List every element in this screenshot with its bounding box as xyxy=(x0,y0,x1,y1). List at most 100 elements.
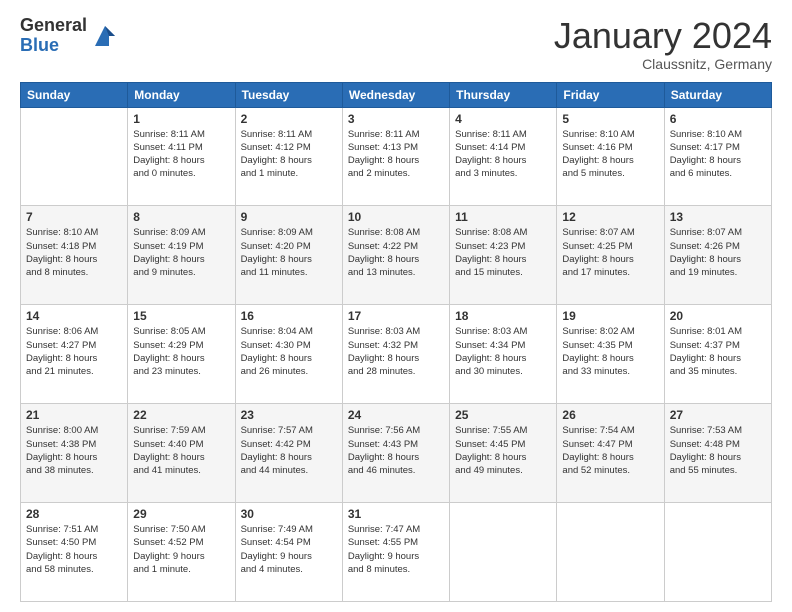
day-info: Sunrise: 7:50 AM Sunset: 4:52 PM Dayligh… xyxy=(133,523,229,576)
day-info: Sunrise: 7:49 AM Sunset: 4:54 PM Dayligh… xyxy=(241,523,337,576)
day-number: 12 xyxy=(562,210,658,224)
day-info: Sunrise: 8:11 AM Sunset: 4:11 PM Dayligh… xyxy=(133,128,229,181)
col-header-sunday: Sunday xyxy=(21,82,128,107)
day-number: 22 xyxy=(133,408,229,422)
day-cell: 9 Sunrise: 8:09 AM Sunset: 4:20 PM Daylig… xyxy=(235,206,342,305)
day-info: Sunrise: 7:54 AM Sunset: 4:47 PM Dayligh… xyxy=(562,424,658,477)
title-block: January 2024 Claussnitz, Germany xyxy=(554,16,772,72)
day-cell: 21 Sunrise: 8:00 AM Sunset: 4:38 PM Dayli… xyxy=(21,404,128,503)
logo: General Blue xyxy=(20,16,119,56)
day-number: 29 xyxy=(133,507,229,521)
day-number: 21 xyxy=(26,408,122,422)
day-cell: 28 Sunrise: 7:51 AM Sunset: 4:50 PM Dayli… xyxy=(21,503,128,602)
day-cell: 18Sunrise: 8:03 AM Sunset: 4:34 PM Dayli… xyxy=(450,305,557,404)
col-header-friday: Friday xyxy=(557,82,664,107)
week-row-2: 14Sunrise: 8:06 AM Sunset: 4:27 PM Dayli… xyxy=(21,305,772,404)
day-info: Sunrise: 8:04 AM Sunset: 4:30 PM Dayligh… xyxy=(241,325,337,378)
day-cell xyxy=(664,503,771,602)
day-cell: 2 Sunrise: 8:11 AM Sunset: 4:12 PM Daylig… xyxy=(235,107,342,206)
day-info: Sunrise: 8:10 AM Sunset: 4:16 PM Dayligh… xyxy=(562,128,658,181)
day-info: Sunrise: 7:59 AM Sunset: 4:40 PM Dayligh… xyxy=(133,424,229,477)
day-number: 11 xyxy=(455,210,551,224)
day-number: 4 xyxy=(455,112,551,126)
day-info: Sunrise: 7:53 AM Sunset: 4:48 PM Dayligh… xyxy=(670,424,766,477)
day-cell: 27Sunrise: 7:53 AM Sunset: 4:48 PM Dayli… xyxy=(664,404,771,503)
day-info: Sunrise: 8:08 AM Sunset: 4:23 PM Dayligh… xyxy=(455,226,551,279)
day-number: 5 xyxy=(562,112,658,126)
day-info: Sunrise: 8:05 AM Sunset: 4:29 PM Dayligh… xyxy=(133,325,229,378)
week-row-1: 7 Sunrise: 8:10 AM Sunset: 4:18 PM Daylig… xyxy=(21,206,772,305)
logo-general: General xyxy=(20,16,87,36)
col-header-tuesday: Tuesday xyxy=(235,82,342,107)
day-cell: 22 Sunrise: 7:59 AM Sunset: 4:40 PM Dayli… xyxy=(128,404,235,503)
day-info: Sunrise: 8:01 AM Sunset: 4:37 PM Dayligh… xyxy=(670,325,766,378)
logo-icon xyxy=(91,22,119,50)
day-info: Sunrise: 7:51 AM Sunset: 4:50 PM Dayligh… xyxy=(26,523,122,576)
day-number: 6 xyxy=(670,112,766,126)
day-cell: 30Sunrise: 7:49 AM Sunset: 4:54 PM Dayli… xyxy=(235,503,342,602)
day-info: Sunrise: 8:11 AM Sunset: 4:13 PM Dayligh… xyxy=(348,128,444,181)
day-number: 13 xyxy=(670,210,766,224)
day-cell: 16 Sunrise: 8:04 AM Sunset: 4:30 PM Dayli… xyxy=(235,305,342,404)
day-info: Sunrise: 8:11 AM Sunset: 4:12 PM Dayligh… xyxy=(241,128,337,181)
day-cell: 26 Sunrise: 7:54 AM Sunset: 4:47 PM Dayli… xyxy=(557,404,664,503)
day-cell: 1 Sunrise: 8:11 AM Sunset: 4:11 PM Daylig… xyxy=(128,107,235,206)
day-cell: 7 Sunrise: 8:10 AM Sunset: 4:18 PM Daylig… xyxy=(21,206,128,305)
day-cell: 13 Sunrise: 8:07 AM Sunset: 4:26 PM Dayli… xyxy=(664,206,771,305)
day-info: Sunrise: 8:00 AM Sunset: 4:38 PM Dayligh… xyxy=(26,424,122,477)
day-info: Sunrise: 8:11 AM Sunset: 4:14 PM Dayligh… xyxy=(455,128,551,181)
logo-blue: Blue xyxy=(20,36,87,56)
week-row-4: 28 Sunrise: 7:51 AM Sunset: 4:50 PM Dayli… xyxy=(21,503,772,602)
day-number: 15 xyxy=(133,309,229,323)
day-number: 2 xyxy=(241,112,337,126)
day-number: 23 xyxy=(241,408,337,422)
day-info: Sunrise: 7:57 AM Sunset: 4:42 PM Dayligh… xyxy=(241,424,337,477)
month-title: January 2024 xyxy=(554,16,772,56)
day-cell xyxy=(557,503,664,602)
col-header-thursday: Thursday xyxy=(450,82,557,107)
day-number: 1 xyxy=(133,112,229,126)
day-info: Sunrise: 8:09 AM Sunset: 4:20 PM Dayligh… xyxy=(241,226,337,279)
week-row-3: 21 Sunrise: 8:00 AM Sunset: 4:38 PM Dayli… xyxy=(21,404,772,503)
day-info: Sunrise: 8:03 AM Sunset: 4:32 PM Dayligh… xyxy=(348,325,444,378)
day-number: 9 xyxy=(241,210,337,224)
day-info: Sunrise: 8:10 AM Sunset: 4:18 PM Dayligh… xyxy=(26,226,122,279)
day-number: 18 xyxy=(455,309,551,323)
day-cell: 31Sunrise: 7:47 AM Sunset: 4:55 PM Dayli… xyxy=(342,503,449,602)
day-info: Sunrise: 7:56 AM Sunset: 4:43 PM Dayligh… xyxy=(348,424,444,477)
day-cell: 17 Sunrise: 8:03 AM Sunset: 4:32 PM Dayli… xyxy=(342,305,449,404)
col-header-monday: Monday xyxy=(128,82,235,107)
day-info: Sunrise: 8:02 AM Sunset: 4:35 PM Dayligh… xyxy=(562,325,658,378)
day-info: Sunrise: 8:08 AM Sunset: 4:22 PM Dayligh… xyxy=(348,226,444,279)
calendar-table: SundayMondayTuesdayWednesdayThursdayFrid… xyxy=(20,82,772,602)
day-cell: 25Sunrise: 7:55 AM Sunset: 4:45 PM Dayli… xyxy=(450,404,557,503)
day-number: 10 xyxy=(348,210,444,224)
day-cell: 19 Sunrise: 8:02 AM Sunset: 4:35 PM Dayli… xyxy=(557,305,664,404)
day-cell: 23 Sunrise: 7:57 AM Sunset: 4:42 PM Dayli… xyxy=(235,404,342,503)
day-number: 20 xyxy=(670,309,766,323)
logo-text: General Blue xyxy=(20,16,87,56)
day-cell: 14Sunrise: 8:06 AM Sunset: 4:27 PM Dayli… xyxy=(21,305,128,404)
day-cell: 3Sunrise: 8:11 AM Sunset: 4:13 PM Daylig… xyxy=(342,107,449,206)
day-info: Sunrise: 8:07 AM Sunset: 4:26 PM Dayligh… xyxy=(670,226,766,279)
day-info: Sunrise: 7:55 AM Sunset: 4:45 PM Dayligh… xyxy=(455,424,551,477)
day-cell: 6 Sunrise: 8:10 AM Sunset: 4:17 PM Daylig… xyxy=(664,107,771,206)
day-number: 19 xyxy=(562,309,658,323)
day-number: 8 xyxy=(133,210,229,224)
day-info: Sunrise: 8:06 AM Sunset: 4:27 PM Dayligh… xyxy=(26,325,122,378)
day-cell: 15 Sunrise: 8:05 AM Sunset: 4:29 PM Dayli… xyxy=(128,305,235,404)
day-info: Sunrise: 8:10 AM Sunset: 4:17 PM Dayligh… xyxy=(670,128,766,181)
page: General Blue January 2024 Claussnitz, Ge… xyxy=(0,0,792,612)
day-cell: 12 Sunrise: 8:07 AM Sunset: 4:25 PM Dayli… xyxy=(557,206,664,305)
header-row: SundayMondayTuesdayWednesdayThursdayFrid… xyxy=(21,82,772,107)
day-number: 26 xyxy=(562,408,658,422)
day-number: 7 xyxy=(26,210,122,224)
location: Claussnitz, Germany xyxy=(554,56,772,72)
day-cell xyxy=(21,107,128,206)
day-cell: 8Sunrise: 8:09 AM Sunset: 4:19 PM Daylig… xyxy=(128,206,235,305)
day-number: 28 xyxy=(26,507,122,521)
day-number: 17 xyxy=(348,309,444,323)
day-cell: 11 Sunrise: 8:08 AM Sunset: 4:23 PM Dayli… xyxy=(450,206,557,305)
day-info: Sunrise: 8:07 AM Sunset: 4:25 PM Dayligh… xyxy=(562,226,658,279)
day-number: 16 xyxy=(241,309,337,323)
